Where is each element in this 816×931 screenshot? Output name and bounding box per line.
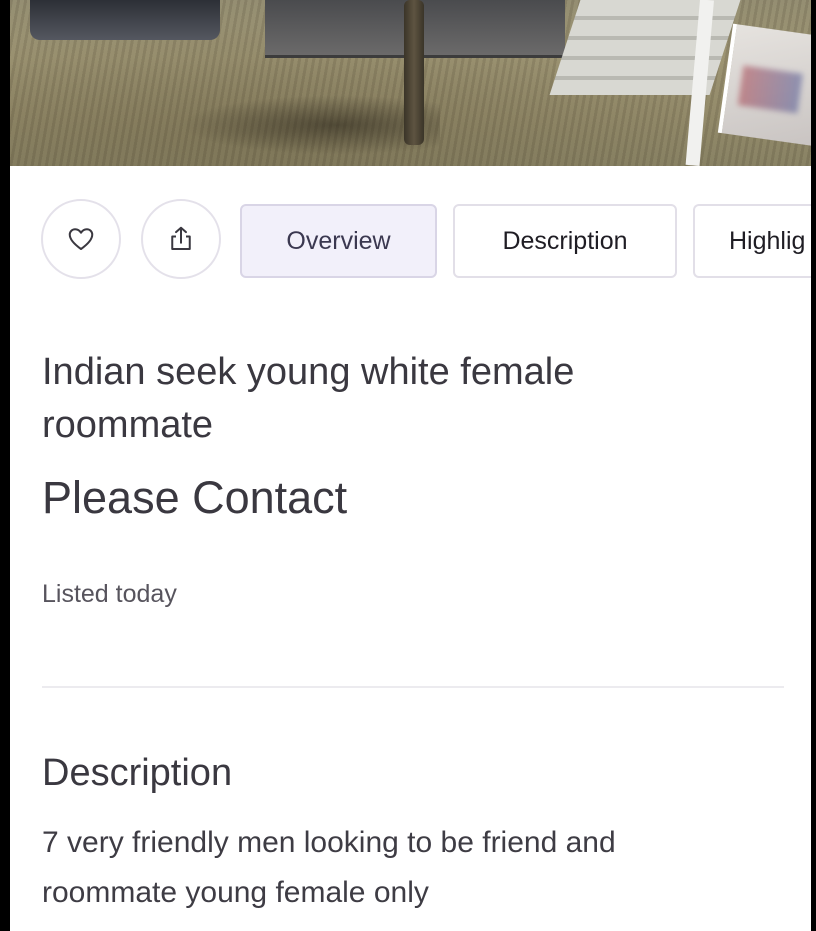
description-heading: Description (42, 752, 233, 794)
listing-photo[interactable] (10, 0, 811, 166)
tab-overview[interactable]: Overview (240, 204, 437, 278)
photo-tree (404, 0, 424, 145)
description-line-1: 7 very friendly men looking to be friend… (42, 826, 616, 859)
listing-page: Overview Description Highlig Indian seek… (10, 0, 811, 931)
tab-highlights[interactable]: Highlig (693, 204, 811, 278)
photo-tree-shadow (180, 95, 440, 155)
tab-description[interactable]: Description (453, 204, 677, 278)
share-button[interactable] (141, 199, 221, 279)
heart-icon (68, 228, 94, 250)
share-icon (171, 226, 191, 250)
section-divider (42, 686, 784, 688)
listing-price: Please Contact (42, 472, 348, 523)
listing-title: Indian seek young white female roommate (42, 351, 575, 446)
photo-sign-board (717, 23, 811, 147)
description-line-2: roommate young female only (42, 876, 429, 909)
photo-car (30, 0, 220, 40)
save-button[interactable] (41, 199, 121, 279)
listed-date: Listed today (42, 580, 177, 608)
description-text: 7 very friendly men looking to be friend… (42, 818, 742, 918)
